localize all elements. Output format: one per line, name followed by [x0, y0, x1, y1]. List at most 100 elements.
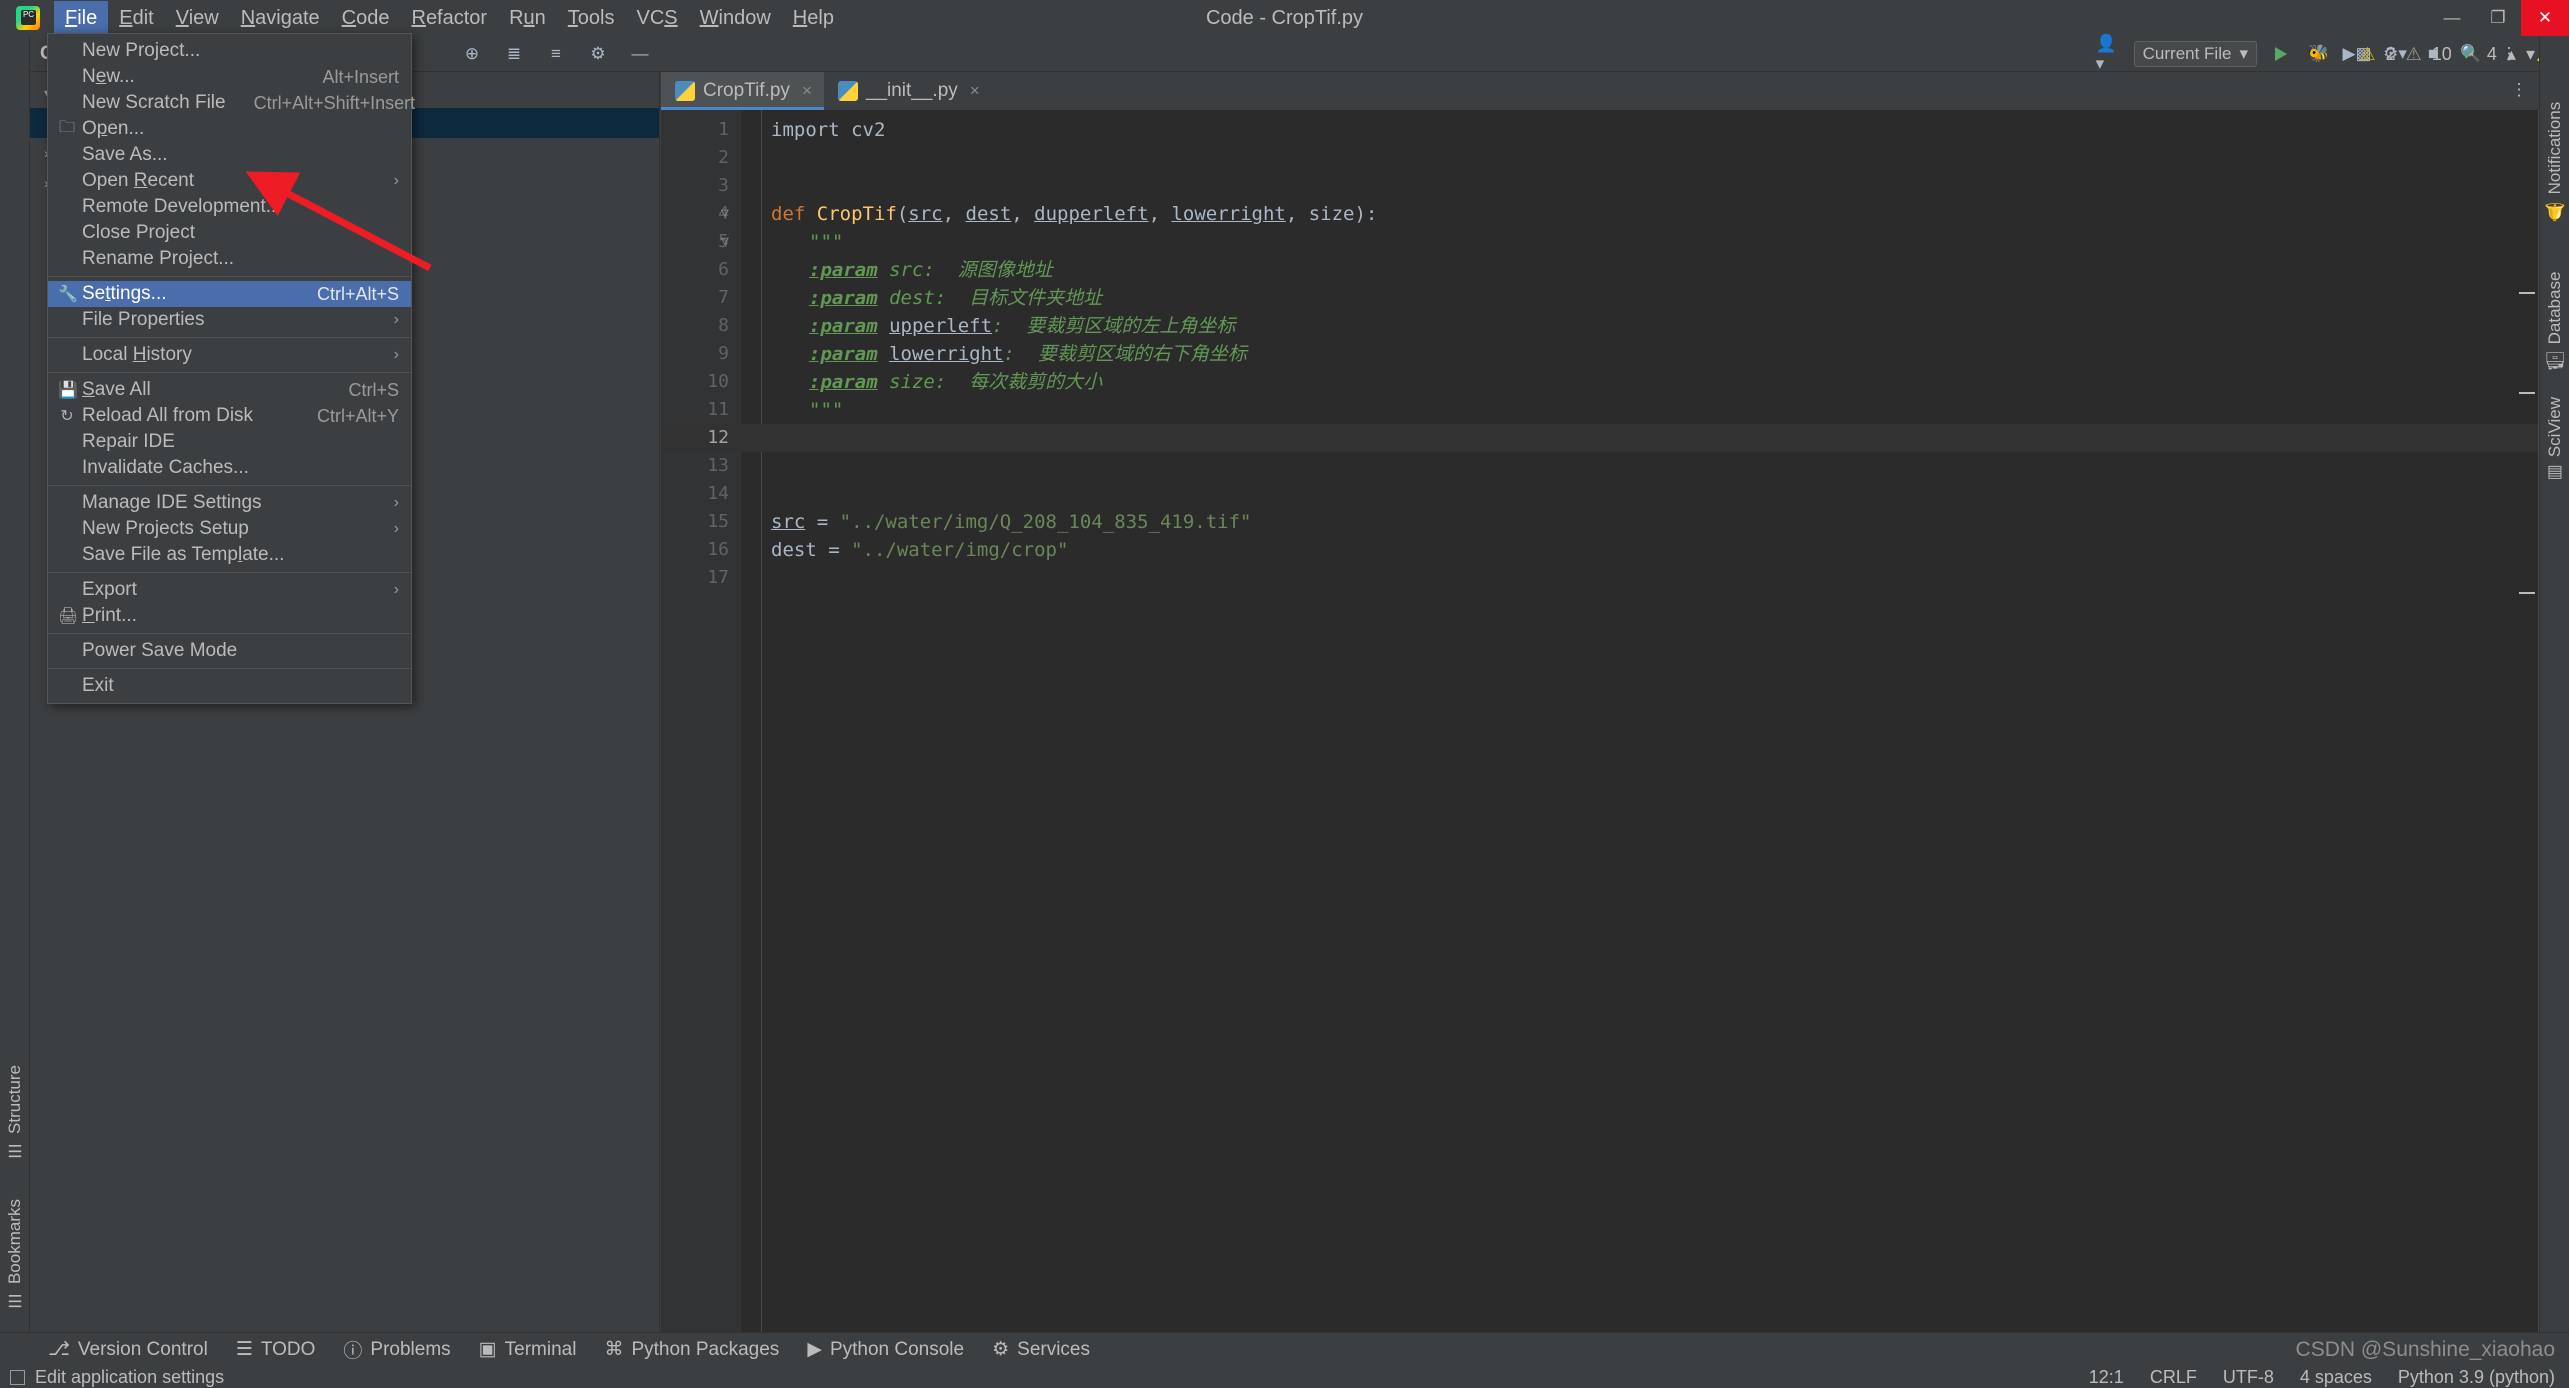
menu-item-invalidate-caches[interactable]: Invalidate Caches... [48, 455, 411, 481]
python-interpreter[interactable]: Python 3.9 (python) [2398, 1367, 2555, 1388]
menu-item-close-project[interactable]: Close Project [48, 220, 411, 246]
menu-item-local-history[interactable]: Local History› [48, 342, 411, 368]
code-token: 目标文件夹地址 [969, 287, 1102, 309]
strip-item-sciview[interactable]: ▤ SciView [2540, 391, 2569, 489]
file-menu-dropdown[interactable]: New Project...New...Alt+InsertNew Scratc… [47, 33, 412, 704]
line-number: 1 [659, 116, 729, 144]
line-number: 6 [659, 256, 729, 284]
collapse-all-icon[interactable]: ≡ [542, 40, 570, 68]
minimize-icon[interactable]: — [626, 40, 654, 68]
debug-icon[interactable]: 🐝 [2305, 40, 2333, 68]
line-number: 4 [659, 200, 729, 228]
menu-item-rename-project[interactable]: Rename Project... [48, 246, 411, 272]
weak-warning-count: 10 [2432, 44, 2452, 65]
chevron-up-icon[interactable]: ▴ [2507, 44, 2516, 65]
file-encoding[interactable]: UTF-8 [2223, 1367, 2274, 1388]
menu-item-open-recent[interactable]: Open Recent› [48, 168, 411, 194]
menu-item-save-all[interactable]: 💾Save AllCtrl+S [48, 377, 411, 403]
bottom-tab-python-packages[interactable]: ⌘Python Packages [592, 1335, 791, 1364]
menu-item-label: Rename Project... [82, 248, 234, 270]
code-token: def [771, 203, 817, 225]
menu-edit[interactable]: Edit [108, 1, 164, 35]
code-line: :param size: 每次裁剪的大小 [741, 368, 1102, 396]
run-icon[interactable] [2267, 40, 2295, 68]
close-button[interactable]: ✕ [2521, 0, 2569, 36]
menu-item-repair-ide[interactable]: Repair IDE [48, 429, 411, 455]
menu-item-exit[interactable]: Exit [48, 673, 411, 699]
status-message: Edit application settings [35, 1367, 224, 1388]
strip-item-notifications[interactable]: 🔔 Notifications [2540, 96, 2569, 227]
line-number: 9 [659, 340, 729, 368]
menu-item-settings[interactable]: 🔧Settings...Ctrl+Alt+S [48, 281, 411, 307]
minimize-button[interactable]: — [2429, 0, 2475, 36]
menu-view[interactable]: View [165, 1, 230, 35]
menu-item-label: Remote Development... [82, 196, 282, 218]
editor-tab-croptif[interactable]: CropTif.py × [661, 72, 824, 110]
menu-item-save-file-as-template[interactable]: Save File as Template... [48, 542, 411, 568]
menu-item-manage-ide-settings[interactable]: Manage IDE Settings› [48, 490, 411, 516]
bottom-tab-python-console[interactable]: ▶Python Console [795, 1335, 976, 1364]
menu-item-new-project[interactable]: New Project... [48, 38, 411, 64]
menu-refactor[interactable]: Refactor [400, 1, 498, 35]
gear-icon[interactable]: ⚙ [584, 40, 612, 68]
status-bar-right: 12:1 CRLF UTF-8 4 spaces Python 3.9 (pyt… [2089, 1367, 2555, 1388]
chevron-right-icon: › [370, 346, 399, 364]
bottom-tab-problems[interactable]: ⓘProblems [331, 1333, 462, 1366]
menu-item-reload-all-from-disk[interactable]: ↻Reload All from DiskCtrl+Alt+Y [48, 403, 411, 429]
maximize-button[interactable]: ❐ [2475, 0, 2521, 36]
editor-code[interactable]: import cv2▽def CropTif(src, dest, dupper… [741, 110, 2539, 1346]
bottom-tab-todo[interactable]: ☰TODO [224, 1335, 328, 1364]
bottom-tab-version-control[interactable]: ⎇Version Control [36, 1335, 220, 1364]
menu-item-label: Open Recent [82, 170, 194, 192]
menu-item-new-scratch-file[interactable]: New Scratch FileCtrl+Alt+Shift+Insert [48, 90, 411, 116]
expand-all-icon[interactable]: ≣ [500, 40, 528, 68]
user-icon[interactable]: 👤▾ [2096, 40, 2124, 68]
menu-item-label: Manage IDE Settings [82, 492, 262, 514]
strip-item-database[interactable]: 🗃 Database [2540, 266, 2569, 378]
menu-file[interactable]: File [54, 1, 108, 35]
menu-item-open[interactable]: 🗀Open... [48, 116, 411, 142]
fold-marker-icon[interactable]: ▽ [721, 207, 734, 220]
line-number: 17 [659, 564, 729, 592]
caret-position[interactable]: 12:1 [2089, 1367, 2124, 1388]
menu-code[interactable]: Code [331, 1, 401, 35]
marker-stripe [2519, 292, 2535, 294]
run-configuration-selector[interactable]: Current File ▾ [2134, 41, 2257, 67]
fold-marker-icon[interactable]: ▽ [721, 235, 734, 248]
menu-help[interactable]: Help [782, 1, 845, 35]
line-separator[interactable]: CRLF [2150, 1367, 2197, 1388]
chevron-down-icon[interactable]: ▾ [2526, 44, 2535, 65]
menu-item-file-properties[interactable]: File Properties› [48, 307, 411, 333]
menu-item-power-save-mode[interactable]: Power Save Mode [48, 638, 411, 664]
bottom-tab-terminal[interactable]: ▣Terminal [467, 1335, 589, 1364]
close-icon[interactable]: × [802, 81, 812, 101]
menu-item-new[interactable]: New...Alt+Insert [48, 64, 411, 90]
menu-item-export[interactable]: Export› [48, 577, 411, 603]
close-icon[interactable]: × [970, 81, 980, 101]
wrench-icon: 🔧 [58, 284, 76, 304]
menu-navigate[interactable]: Navigate [230, 1, 331, 35]
refresh-icon: ↻ [58, 406, 76, 426]
menu-separator [48, 337, 411, 338]
menu-tools[interactable]: Tools [557, 1, 626, 35]
menu-item-label: Repair IDE [82, 431, 175, 453]
strip-item-structure[interactable]: ☰ Structure [0, 1059, 30, 1166]
indent-setting[interactable]: 4 spaces [2300, 1367, 2372, 1388]
locate-icon[interactable]: ⊕ [458, 40, 486, 68]
menu-vcs[interactable]: VCS [626, 1, 689, 35]
code-token: :param [809, 371, 878, 393]
menu-window[interactable]: Window [689, 1, 782, 35]
bottom-tab-services[interactable]: ⚙Services [980, 1335, 1102, 1364]
menu-item-remote-development[interactable]: Remote Development... [48, 194, 411, 220]
menu-item-new-projects-setup[interactable]: New Projects Setup› [48, 516, 411, 542]
more-options-icon[interactable]: ⋮ [2505, 76, 2533, 104]
strip-item-bookmarks[interactable]: ☰ Bookmarks [0, 1193, 30, 1316]
editor-tab-init[interactable]: __init__.py × [824, 72, 992, 110]
menu-item-print[interactable]: 🖨Print... [48, 603, 411, 629]
menu-run[interactable]: Run [498, 1, 557, 35]
code-token: , [1149, 203, 1172, 225]
menu-separator [48, 276, 411, 277]
code-token: dest [966, 203, 1012, 225]
menu-item-shortcut: Ctrl+Alt+Shift+Insert [226, 93, 416, 114]
menu-item-save-as[interactable]: Save As... [48, 142, 411, 168]
